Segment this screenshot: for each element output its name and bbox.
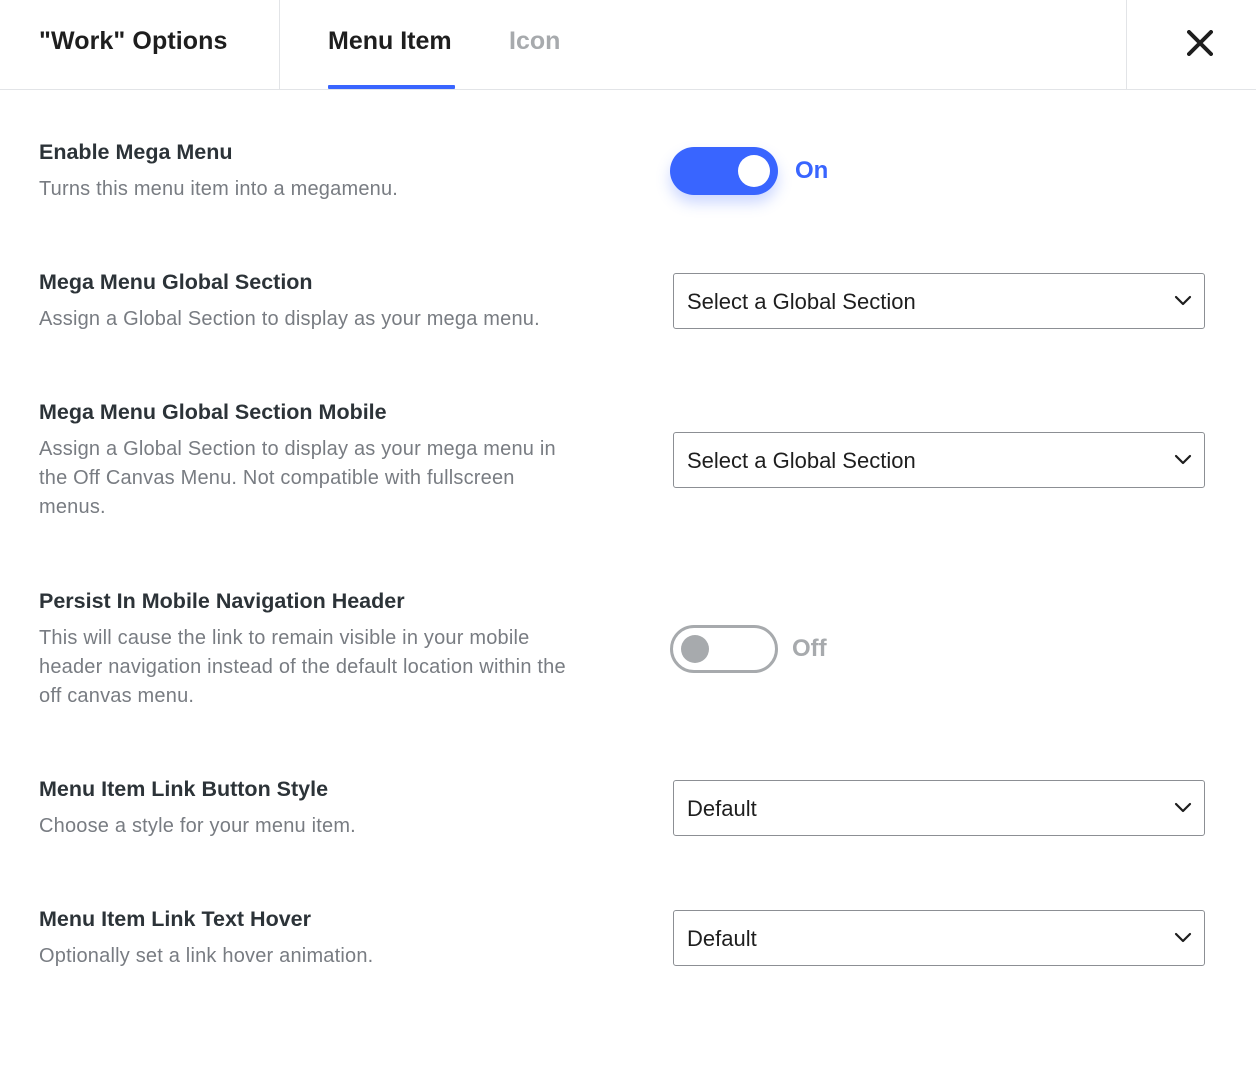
global-section-select[interactable]: Select a Global Section <box>673 273 1205 329</box>
close-button[interactable] <box>1126 0 1256 89</box>
enable-mega-menu-title: Enable Mega Menu <box>39 140 233 164</box>
chevron-down-icon <box>1174 932 1192 943</box>
active-tab-indicator <box>328 85 455 89</box>
global-section-mobile-title: Mega Menu Global Section Mobile <box>39 400 387 424</box>
link-button-style-select-value: Default <box>687 796 757 821</box>
global-section-description: Assign a Global Section to display as yo… <box>39 308 540 330</box>
global-section-title: Mega Menu Global Section <box>39 270 313 294</box>
link-text-hover-description: Optionally set a link hover animation. <box>39 945 374 967</box>
link-button-style-title: Menu Item Link Button Style <box>39 777 329 801</box>
header-title-cell: "Work" Options <box>0 0 280 89</box>
chevron-down-icon <box>1174 454 1192 465</box>
persist-mobile-nav-toggle[interactable] <box>670 625 778 673</box>
persist-mobile-nav-description: This will cause the link to remain visib… <box>39 627 566 707</box>
persist-mobile-nav-title: Persist In Mobile Navigation Header <box>39 589 405 613</box>
persist-mobile-nav-state: Off <box>792 635 827 662</box>
tab-menu-item[interactable]: Menu Item <box>328 27 452 56</box>
global-section-select-value: Select a Global Section <box>687 289 916 314</box>
chevron-down-icon <box>1174 295 1192 306</box>
toggle-knob <box>681 635 709 663</box>
toggle-knob <box>738 155 770 187</box>
global-section-mobile-select-value: Select a Global Section <box>687 448 916 473</box>
enable-mega-menu-state: On <box>795 157 829 184</box>
modal-title: "Work" Options <box>39 27 228 55</box>
global-section-mobile-description: Assign a Global Section to display as yo… <box>39 438 556 518</box>
link-button-style-select[interactable]: Default <box>673 780 1205 836</box>
link-text-hover-select[interactable]: Default <box>673 910 1205 966</box>
link-text-hover-select-value: Default <box>687 926 757 951</box>
link-text-hover-title: Menu Item Link Text Hover <box>39 907 311 931</box>
close-icon <box>1187 30 1213 56</box>
tab-icon[interactable]: Icon <box>509 27 560 56</box>
modal-header: "Work" Options Menu Item Icon <box>0 0 1256 90</box>
chevron-down-icon <box>1174 802 1192 813</box>
enable-mega-menu-description: Turns this menu item into a megamenu. <box>39 178 399 200</box>
link-button-style-description: Choose a style for your menu item. <box>39 815 356 837</box>
enable-mega-menu-toggle[interactable] <box>670 147 778 195</box>
global-section-mobile-select[interactable]: Select a Global Section <box>673 432 1205 488</box>
